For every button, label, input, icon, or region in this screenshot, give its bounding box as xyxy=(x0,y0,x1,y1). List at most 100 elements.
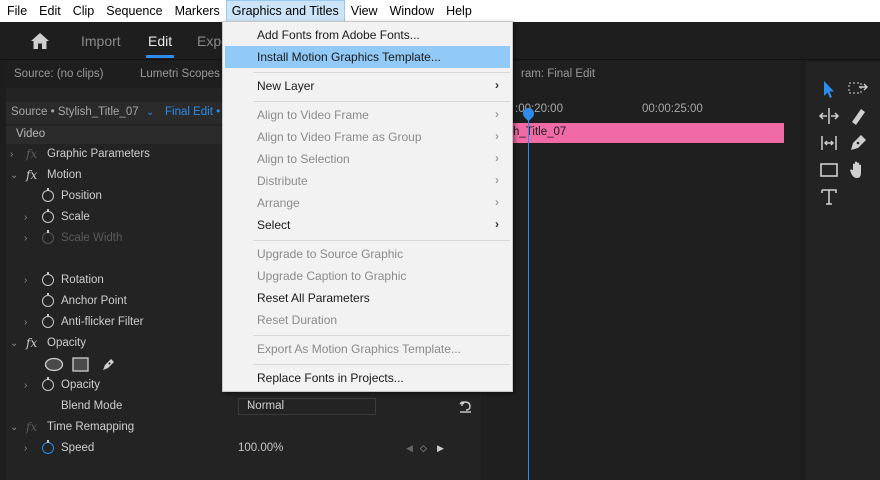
menu-item-label: Install Motion Graphics Template... xyxy=(257,50,441,64)
sequence-name[interactable]: Final Edit • xyxy=(165,106,220,118)
chevron-down-icon[interactable]: ⌄ xyxy=(10,422,18,433)
graphics-and-titles-menu: Add Fonts from Adobe Fonts... Install Mo… xyxy=(222,21,513,392)
menu-item-install-mogrt[interactable]: Install Motion Graphics Template... xyxy=(225,46,510,68)
menu-separator xyxy=(253,364,510,365)
menu-item-label: Reset All Parameters xyxy=(257,291,370,305)
menu-separator xyxy=(253,72,510,73)
prev-keyframe-icon[interactable]: ◀ xyxy=(406,443,413,454)
chevron-right-icon[interactable]: › xyxy=(10,149,13,160)
tab-edit[interactable]: Edit xyxy=(148,33,172,49)
submenu-arrow-icon: › xyxy=(495,195,499,209)
fx-icon[interactable]: fx xyxy=(26,336,37,350)
param-label: Blend Mode xyxy=(61,400,123,412)
playhead-line[interactable] xyxy=(528,114,529,480)
menu-item-label: Select xyxy=(257,218,291,232)
menu-help[interactable]: Help xyxy=(440,0,478,22)
menu-item-label: Align to Video Frame as Group xyxy=(257,130,422,144)
pen-mask-icon[interactable] xyxy=(100,356,117,373)
menu-graphics-and-titles[interactable]: Graphics and Titles xyxy=(225,0,345,22)
stopwatch-icon[interactable] xyxy=(42,293,54,307)
menu-item-label: Add Fonts from Adobe Fonts... xyxy=(257,28,420,42)
menu-item-label: Align to Selection xyxy=(257,152,350,166)
hand-tool-icon[interactable] xyxy=(847,159,869,181)
chevron-right-icon[interactable]: › xyxy=(24,443,27,454)
fx-icon[interactable]: fx xyxy=(26,420,37,434)
rectangle-tool-icon[interactable] xyxy=(818,159,840,181)
tab-source[interactable]: Source: (no clips) xyxy=(14,68,103,80)
program-tab[interactable]: ram: Final Edit xyxy=(521,68,595,80)
stopwatch-icon[interactable] xyxy=(42,440,54,454)
stopwatch-icon[interactable] xyxy=(42,188,54,202)
source-clip-name[interactable]: Source • Stylish_Title_07 xyxy=(11,106,139,118)
menu-item-reset-duration: Reset Duration xyxy=(223,309,512,331)
fx-icon[interactable]: fx xyxy=(26,168,37,182)
reset-icon[interactable] xyxy=(458,399,473,414)
submenu-arrow-icon: › xyxy=(495,107,499,121)
menu-item-add-fonts[interactable]: Add Fonts from Adobe Fonts... xyxy=(223,24,512,46)
submenu-arrow-icon: › xyxy=(495,173,499,187)
timeline-clip[interactable]: h_Title_07 xyxy=(511,123,784,143)
selection-tool-icon[interactable] xyxy=(818,78,840,100)
tab-lumetri-scopes[interactable]: Lumetri Scopes xyxy=(140,68,220,80)
menu-window[interactable]: Window xyxy=(384,0,440,22)
menu-view[interactable]: View xyxy=(345,0,384,22)
menu-bar: File Edit Clip Sequence Markers Graphics… xyxy=(0,0,880,22)
home-icon[interactable] xyxy=(30,31,50,51)
stopwatch-icon[interactable] xyxy=(42,209,54,223)
effect-label: Motion xyxy=(47,169,82,181)
menu-item-reset-all-parameters[interactable]: Reset All Parameters xyxy=(223,287,512,309)
submenu-arrow-icon: › xyxy=(495,217,499,231)
menu-item-new-layer[interactable]: New Layer › xyxy=(223,75,512,97)
param-label: Anti-flicker Filter xyxy=(61,316,144,328)
chevron-right-icon[interactable]: › xyxy=(24,212,27,223)
active-tab-underline xyxy=(146,55,174,58)
fx-icon[interactable]: fx xyxy=(26,147,37,161)
pen-tool-icon[interactable] xyxy=(847,132,869,154)
menu-separator xyxy=(253,335,510,336)
chevron-down-icon[interactable]: ⌄ xyxy=(146,107,154,118)
param-row-speed[interactable]: › Speed 100.00% ◀ ◇ ▶ xyxy=(6,439,481,460)
param-label: Rotation xyxy=(61,274,104,286)
razor-tool-icon[interactable] xyxy=(847,105,869,127)
chevron-down-icon[interactable]: ⌄ xyxy=(10,170,18,181)
menu-sequence[interactable]: Sequence xyxy=(100,0,168,22)
submenu-arrow-icon: › xyxy=(495,151,499,165)
effect-label: Opacity xyxy=(47,337,86,349)
chevron-down-icon[interactable]: ⌄ xyxy=(10,338,18,349)
timecode-label: 00:00:25:00 xyxy=(642,103,703,115)
clip-label: h_Title_07 xyxy=(513,126,567,138)
next-keyframe-icon[interactable]: ▶ xyxy=(437,443,444,454)
slip-tool-icon[interactable] xyxy=(818,132,840,154)
rectangle-mask-icon[interactable] xyxy=(72,357,89,372)
menu-file[interactable]: File xyxy=(0,0,33,22)
chevron-right-icon[interactable]: › xyxy=(24,275,27,286)
effect-row-time-remapping[interactable]: ⌄ fx Time Remapping xyxy=(6,418,481,439)
add-keyframe-icon[interactable]: ◇ xyxy=(420,443,427,454)
blend-mode-dropdown[interactable]: Normal ⌄ xyxy=(238,398,376,415)
menu-item-align-to-video-frame: Align to Video Frame › xyxy=(223,104,512,126)
tab-import[interactable]: Import xyxy=(81,33,121,49)
menu-item-upgrade-to-source-graphic: Upgrade to Source Graphic xyxy=(223,243,512,265)
chevron-right-icon[interactable]: › xyxy=(24,380,27,391)
menu-item-label: Distribute xyxy=(257,174,308,188)
menu-item-distribute: Distribute › xyxy=(223,170,512,192)
chevron-right-icon[interactable]: › xyxy=(24,317,27,328)
menu-markers[interactable]: Markers xyxy=(169,0,226,22)
menu-edit[interactable]: Edit xyxy=(33,0,67,22)
param-row-blend-mode[interactable]: Blend Mode Normal ⌄ xyxy=(6,397,481,418)
stopwatch-icon[interactable] xyxy=(42,272,54,286)
menu-item-replace-fonts[interactable]: Replace Fonts in Projects... xyxy=(223,367,512,389)
stopwatch-icon xyxy=(42,230,54,244)
ellipse-mask-icon[interactable] xyxy=(44,357,64,372)
menu-separator xyxy=(253,101,510,102)
type-tool-icon[interactable] xyxy=(818,186,840,208)
timeline-area: ram: Final Edit :00:20:00 00:00:25:00 h_… xyxy=(481,62,801,480)
speed-value[interactable]: 100.00% xyxy=(238,442,283,454)
param-label: Scale Width xyxy=(61,232,123,244)
stopwatch-icon[interactable] xyxy=(42,314,54,328)
menu-clip[interactable]: Clip xyxy=(67,0,101,22)
track-select-tool-icon[interactable] xyxy=(847,78,869,100)
menu-item-select[interactable]: Select › xyxy=(223,214,512,236)
stopwatch-icon[interactable] xyxy=(42,377,54,391)
ripple-edit-tool-icon[interactable] xyxy=(818,105,840,127)
